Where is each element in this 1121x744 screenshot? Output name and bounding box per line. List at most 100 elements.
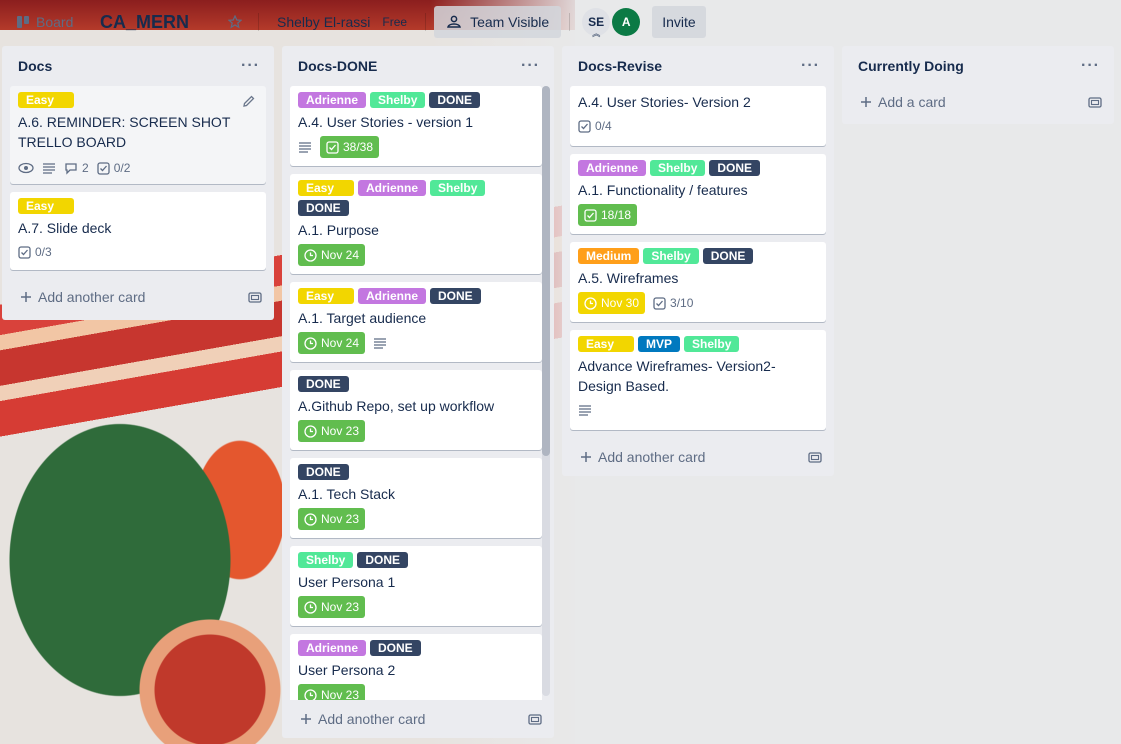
comment-icon [64,162,78,175]
label-adrienne[interactable]: Adrienne [298,640,367,656]
label-easy[interactable]: Easy [18,92,74,108]
checklist-icon [578,119,591,133]
checklist-complete-badge: 18/18 [578,204,638,226]
add-card-button[interactable]: Add a card [842,86,1114,118]
label-done[interactable]: DONE [298,376,349,392]
card[interactable]: Easy Adrienne Shelby DONE A.1. Purpose N… [290,174,542,274]
label-adrienne[interactable]: Adrienne [578,160,647,176]
card[interactable]: DONE A.Github Repo, set up workflow Nov … [290,370,542,450]
label-easy[interactable]: Easy [298,288,354,304]
label-adrienne[interactable]: Adrienne [298,92,367,108]
checklist-icon [97,161,110,175]
label-easy[interactable]: Easy [578,336,634,352]
comments-badge: 2 [64,158,89,178]
create-from-template-icon[interactable] [528,713,542,725]
star-icon [228,15,242,29]
board-title[interactable]: CA_MERN [94,6,214,38]
avatar-initials: A [621,15,631,29]
list-title[interactable]: Docs [18,58,52,74]
label-adrienne[interactable]: Adrienne [358,180,427,196]
avatar-initials: SE [588,15,605,29]
label-done[interactable]: DONE [370,640,421,656]
card[interactable]: Easy A.7. Slide deck 0/3 [10,192,266,270]
label-done[interactable]: DONE [357,552,409,568]
card[interactable]: Adrienne Shelby DONE A.1. Functionality … [570,154,826,234]
due-date-badge[interactable]: Nov 23 [298,420,366,442]
card-title: A.1. Target audience [298,310,427,326]
label-easy[interactable]: Easy [298,180,354,196]
checklist-icon [18,245,31,259]
team-plan-badge: Free [382,15,408,29]
due-date-badge[interactable]: Nov 23 [298,684,366,700]
due-date-badge[interactable]: Nov 24 [298,244,366,266]
list-title[interactable]: Docs-DONE [298,58,377,74]
card[interactable]: Easy A.6. REMINDER: SCREEN SHOT TRELLO B… [10,86,266,184]
label-shelby[interactable]: Shelby [370,92,426,108]
team-button[interactable]: Shelby El-rassi Free [267,6,417,38]
label-done[interactable]: DONE [298,200,349,216]
list-docs: Docs ··· Easy A.6. REMINDER: SCREEN SHOT… [2,46,274,320]
label-done[interactable]: DONE [429,92,481,108]
list-menu-icon[interactable]: ··· [241,57,260,75]
invite-button[interactable]: Invite [652,6,706,38]
card[interactable]: Easy Adrienne DONE A.1. Target audience … [290,282,542,362]
checklist-count: 0/4 [595,119,612,133]
create-from-template-icon[interactable] [1088,96,1102,108]
visibility-button[interactable]: Team Visible [434,6,562,38]
label-shelby[interactable]: Shelby [298,552,354,568]
star-button[interactable] [222,6,250,38]
card[interactable]: A.4. User Stories- Version 2 0/4 [570,86,826,146]
board-switcher-button[interactable]: Board [6,6,86,38]
list-menu-icon[interactable]: ··· [1081,57,1100,75]
create-from-template-icon[interactable] [248,291,262,303]
list-header: Docs-DONE ··· [282,46,554,86]
comment-count: 2 [82,161,89,175]
checklist-badge: 0/2 [97,158,130,178]
card[interactable]: Medium Shelby DONE A.5. Wireframes Nov 3… [570,242,826,322]
card[interactable]: Shelby DONE User Persona 1 Nov 23 [290,546,542,626]
member-avatars: SE ︽ A [582,8,641,38]
list-scrollbar[interactable] [542,86,550,696]
scrollbar-thumb[interactable] [542,86,550,456]
label-done[interactable]: DONE [709,160,761,176]
due-date-badge[interactable]: Nov 23 [298,508,366,530]
label-done[interactable]: DONE [702,248,754,264]
label-medium[interactable]: Medium [578,248,640,264]
create-from-template-icon[interactable] [808,451,822,463]
card[interactable]: Adrienne DONE User Persona 2 Nov 23 [290,634,542,700]
clock-icon [304,424,317,438]
edit-pencil-icon[interactable] [242,94,258,110]
card-title: User Persona 1 [298,574,396,590]
header-divider [258,13,259,31]
list-menu-icon[interactable]: ··· [801,57,820,75]
clock-icon [304,336,317,350]
label-shelby[interactable]: Shelby [650,160,706,176]
avatar[interactable]: A [612,8,641,36]
label-easy[interactable]: Easy [18,198,74,214]
label-shelby[interactable]: Shelby [430,180,486,196]
label-shelby[interactable]: Shelby [643,248,699,264]
label-done[interactable]: DONE [298,464,349,480]
add-card-button[interactable]: Add another card [282,700,554,738]
plus-icon [860,96,872,108]
label-shelby[interactable]: Shelby [684,336,740,352]
add-card-button[interactable]: Add another card [562,438,834,476]
card[interactable]: Adrienne Shelby DONE A.4. User Stories -… [290,86,542,166]
list-title[interactable]: Docs-Revise [578,58,662,74]
label-done[interactable]: DONE [430,288,481,304]
due-date-badge[interactable]: Nov 23 [298,596,366,618]
label-mvp[interactable]: MVP [638,336,681,352]
checklist-count: 3/10 [670,296,694,310]
label-adrienne[interactable]: Adrienne [358,288,427,304]
card[interactable]: DONE A.1. Tech Stack Nov 23 [290,458,542,538]
add-card-button[interactable]: Add another card [2,278,274,316]
due-date-badge[interactable]: Nov 30 [578,292,646,314]
avatar[interactable]: SE ︽ [582,8,611,38]
due-date-badge[interactable]: Nov 24 [298,332,366,354]
list-menu-icon[interactable]: ··· [521,57,540,75]
card[interactable]: Easy MVP Shelby Advance Wireframes- Vers… [570,330,826,430]
clock-icon [304,688,317,700]
due-date: Nov 23 [321,600,360,614]
list-title[interactable]: Currently Doing [858,58,964,74]
checklist-icon [584,208,597,222]
